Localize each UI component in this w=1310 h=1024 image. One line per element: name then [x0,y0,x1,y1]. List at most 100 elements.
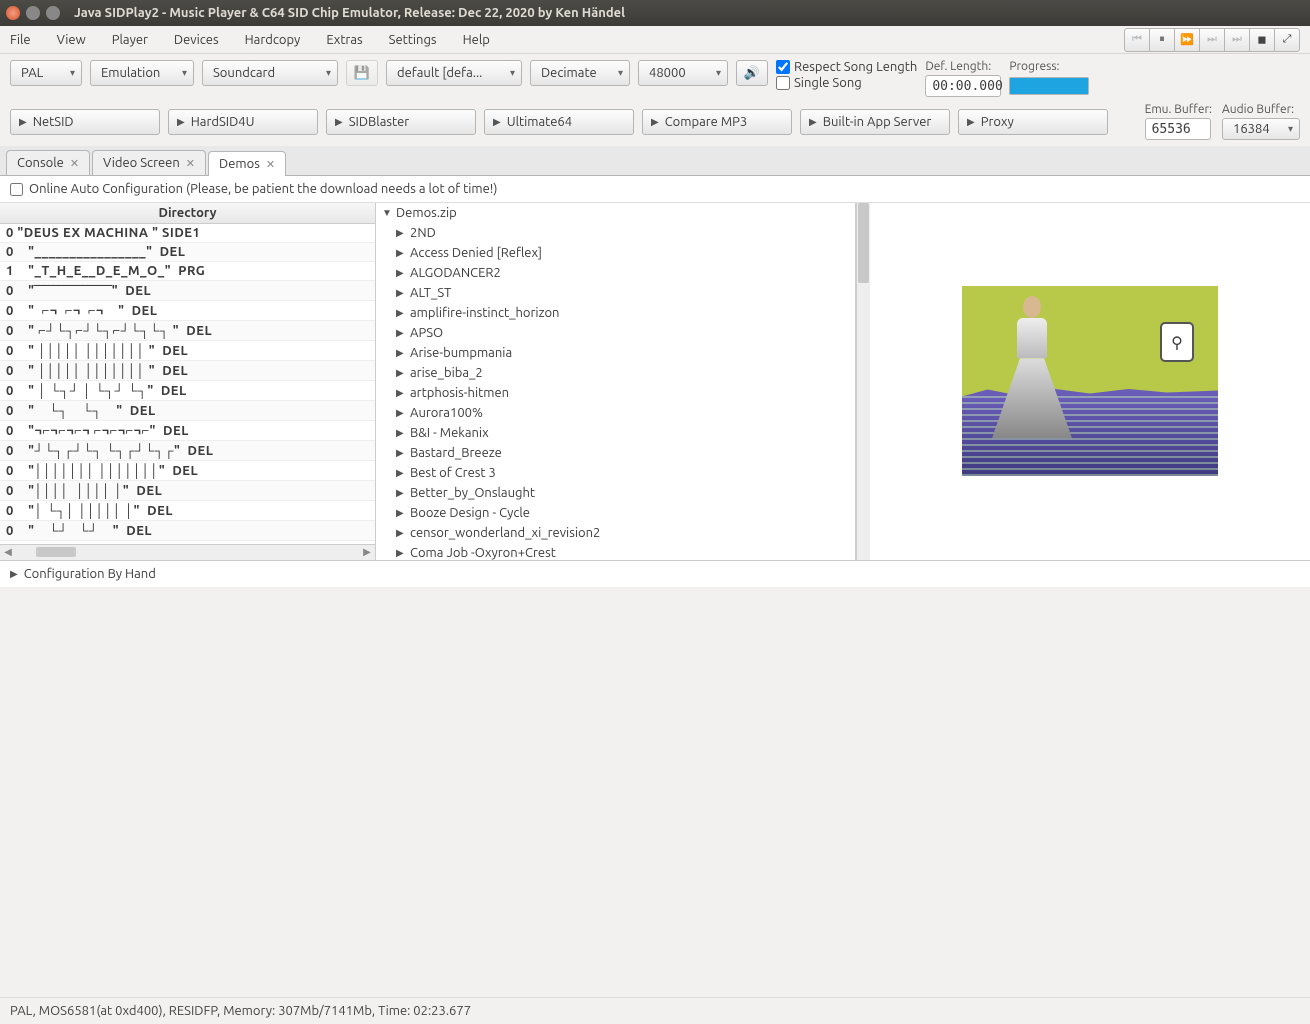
album-artwork: ⚲ [962,286,1218,476]
directory-listing[interactable]: 0 "DEUS EX MACHINA " SIDE10 "___________… [0,224,375,544]
menu-settings[interactable]: Settings [389,33,437,47]
tree-node[interactable]: ▶Booze Design - Cycle [376,503,855,523]
def-length-label: Def. Length: [925,60,1001,73]
tree-node[interactable]: ▶Arise-bumpmania [376,343,855,363]
tab-demos[interactable]: Demos✕ [208,151,286,176]
tab-video-screen[interactable]: Video Screen✕ [92,150,206,175]
progress-bar [1009,77,1089,95]
media-controls: ⏮ ⏸ ⏩ ⏭ ⏭ ◼ ⤢ [1125,28,1300,52]
tree-node[interactable]: ▶Access Denied [Reflex] [376,243,855,263]
directory-row[interactable]: 0 "¬⌐¬⌐¬⌐¬ ⌐¬⌐¬⌐¬⌐" DEL [0,421,375,441]
samplerate-combo[interactable]: 48000 [638,60,728,86]
menu-view[interactable]: View [57,33,86,47]
menu-extras[interactable]: Extras [326,33,362,47]
single-song-checkbox[interactable]: Single Song [776,76,917,90]
status-bar: PAL, MOS6581(at 0xd400), RESIDFP, Memory… [0,997,1310,1024]
record-icon[interactable]: 💾 [346,60,378,86]
speaker-icon[interactable]: 🔊 [736,60,768,86]
menu-file[interactable]: File [10,33,31,47]
tab-console[interactable]: Console✕ [6,150,90,175]
directory-row[interactable]: 0 "‾‾‾‾‾‾‾‾‾‾‾‾‾‾‾‾" DEL [0,281,375,301]
directory-row[interactable]: 0 " └┘ └┘ " DEL [0,521,375,541]
config-by-hand-row[interactable]: ▶ Configuration By Hand [0,560,1310,587]
vertical-scrollbar[interactable] [856,203,870,560]
directory-row[interactable]: 0 " │││││ │││││││ " DEL [0,361,375,381]
audio-buffer-combo[interactable]: 16384 [1222,118,1300,140]
directory-row[interactable]: 0 " │││││ │││││││ " DEL [0,341,375,361]
menu-help[interactable]: Help [463,33,490,47]
tree-node[interactable]: ▶Best of Crest 3 [376,463,855,483]
mode-combo[interactable]: Emulation [90,60,194,86]
video-standard-combo[interactable]: PAL [10,60,82,86]
tree-node[interactable]: ▶APSO [376,323,855,343]
stop-button[interactable]: ◼ [1249,28,1275,52]
auto-config-label: Online Auto Configuration (Please, be pa… [29,182,497,196]
launch-ultimate64-button[interactable]: ▶Ultimate64 [484,109,634,135]
tree-node[interactable]: ▶Better_by_Onslaught [376,483,855,503]
launch-sidblaster-button[interactable]: ▶SIDBlaster [326,109,476,135]
close-tab-icon[interactable]: ✕ [266,158,275,171]
skip-end-button[interactable]: ⏭ [1224,28,1250,52]
tree-node[interactable]: ▶arise_biba_2 [376,363,855,383]
resample-combo[interactable]: Decimate [530,60,630,86]
tree-node[interactable]: ▶Coma Job -Oxyron+Crest [376,543,855,560]
prev-track-button[interactable]: ⏮ [1124,28,1150,52]
tree-node[interactable]: ▶Aurora100% [376,403,855,423]
close-icon[interactable] [6,6,20,20]
directory-pane: Directory 0 "DEUS EX MACHINA " SIDE10 "_… [0,203,376,560]
tree-node[interactable]: ▶2ND [376,223,855,243]
audio-device-combo[interactable]: default [defa... [386,60,522,86]
close-tab-icon[interactable]: ✕ [186,157,195,170]
menu-player[interactable]: Player [112,33,148,47]
tab-bar: Console✕Video Screen✕Demos✕ [0,146,1310,176]
progress-label: Progress: [1009,60,1089,73]
directory-row[interactable]: 0 "│││││││ │││││││" DEL [0,461,375,481]
tree-node[interactable]: ▶censor_wonderland_xi_revision2 [376,523,855,543]
directory-row[interactable]: 0 "││││ ││││ │" DEL [0,481,375,501]
next-track-button[interactable]: ⏭ [1199,28,1225,52]
maximize-icon[interactable] [46,6,60,20]
launch-compare-mp3-button[interactable]: ▶Compare MP3 [642,109,792,135]
window-title: Java SIDPlay2 - Music Player & C64 SID C… [74,6,625,20]
close-tab-icon[interactable]: ✕ [70,157,79,170]
fast-forward-button[interactable]: ⏩ [1174,28,1200,52]
launch-built-in-app-server-button[interactable]: ▶Built-in App Server [800,109,950,135]
directory-header: Directory [0,203,375,224]
tree-node[interactable]: ▶B&I - Mekanix [376,423,855,443]
tree-node[interactable]: ▶ALT_ST [376,283,855,303]
window-titlebar: Java SIDPlay2 - Music Player & C64 SID C… [0,0,1310,26]
emu-buffer-field[interactable]: 65536 [1145,118,1211,140]
tree-node[interactable]: ▼Demos.zip [376,203,855,223]
directory-row[interactable]: 0 "DEUS EX MACHINA " SIDE1 [0,224,375,243]
directory-row[interactable]: 0 "┘└┐┌┘└┐ └┐┌┘└┐┌" DEL [0,441,375,461]
tree-node[interactable]: ▶artphosis-hitmen [376,383,855,403]
auto-config-checkbox[interactable] [10,183,23,196]
directory-row[interactable]: 0 " └┐ └┐ " DEL [0,401,375,421]
pause-button[interactable]: ⏸ [1149,28,1175,52]
menu-hardcopy[interactable]: Hardcopy [245,33,301,47]
tree-node[interactable]: ▶ALGODANCER2 [376,263,855,283]
directory-row[interactable]: 0 "________________" DEL [0,243,375,262]
respect-length-checkbox[interactable]: Respect Song Length [776,60,917,74]
config-by-hand-label: Configuration By Hand [24,567,156,581]
toolbar-secondary: ▶NetSID ▶HardSID4U ▶SIDBlaster ▶Ultimate64 ▶… [0,103,1310,146]
menu-devices[interactable]: Devices [174,33,219,47]
audio-output-combo[interactable]: Soundcard [202,60,338,86]
directory-row[interactable]: 1 "_T_H_E__D_E_M_O_" PRG [0,262,375,281]
launch-netsid-button[interactable]: ▶NetSID [10,109,160,135]
tree-node[interactable]: ▶Bastard_Breeze [376,443,855,463]
minimize-icon[interactable] [26,6,40,20]
horizontal-scrollbar[interactable]: ◀▶ [0,544,375,560]
fullscreen-button[interactable]: ⤢ [1274,28,1300,52]
directory-row[interactable]: 0 " │ └┐┘ │ └┐┘ └┐" DEL [0,381,375,401]
launch-proxy-button[interactable]: ▶Proxy [958,109,1108,135]
directory-row[interactable]: 0 " ⌐¬ ⌐¬ ⌐¬ " DEL [0,301,375,321]
directory-row[interactable]: 0 "│ └┐│ │││││ │" DEL [0,501,375,521]
tree-node[interactable]: ▶amplifire-instinct_horizon [376,303,855,323]
directory-row[interactable]: 0 " ⌐┘└┐⌐┘└┐⌐┘└┐└┐ " DEL [0,321,375,341]
launch-hardsid4u-button[interactable]: ▶HardSID4U [168,109,318,135]
file-tree[interactable]: ▼Demos.zip▶2ND▶Access Denied [Reflex]▶AL… [376,203,856,560]
def-length-field[interactable]: 00:00.000 [925,75,1001,97]
artwork-pane: ⚲ [870,203,1310,560]
audio-buffer-label: Audio Buffer: [1222,103,1300,116]
